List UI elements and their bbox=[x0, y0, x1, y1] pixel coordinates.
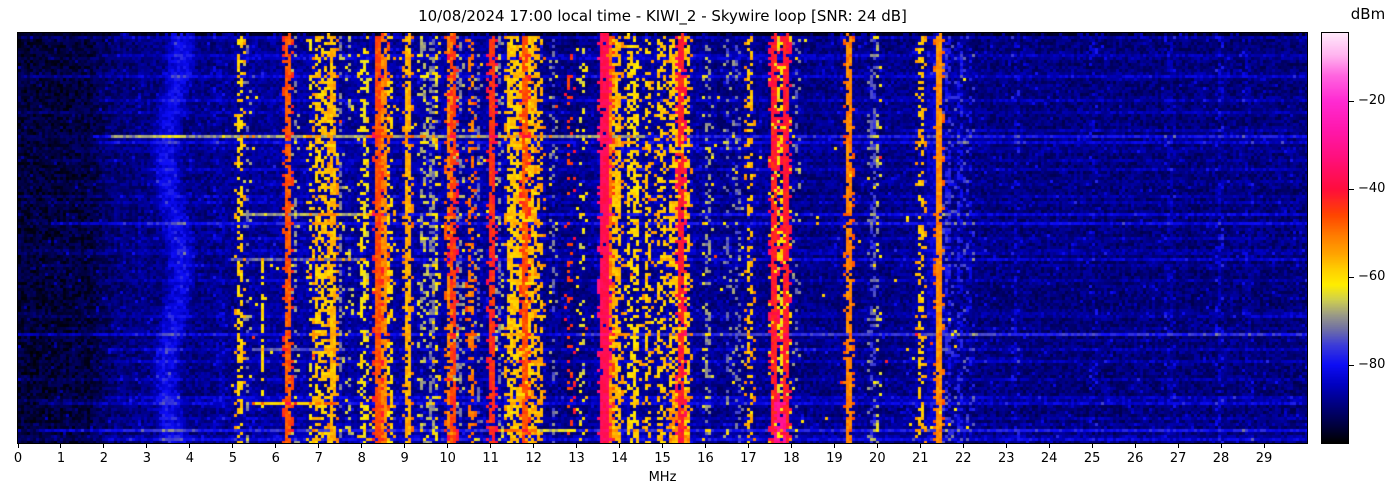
x-tick-label: 16 bbox=[697, 451, 714, 466]
x-tick-label: 2 bbox=[99, 451, 109, 466]
x-tick-label: 23 bbox=[997, 451, 1015, 466]
x-tick-label: 26 bbox=[1126, 451, 1144, 466]
x-tick-label: 24 bbox=[1040, 451, 1058, 466]
colorbar-tick-label: −40 bbox=[1358, 181, 1386, 197]
colorbar bbox=[1321, 32, 1349, 444]
plot-area bbox=[17, 32, 1308, 444]
x-tick-label: 3 bbox=[142, 451, 152, 466]
x-tick-label: 12 bbox=[525, 451, 542, 466]
x-tick-mark bbox=[962, 444, 964, 448]
x-tick-label: 22 bbox=[954, 451, 972, 466]
x-tick-mark bbox=[619, 444, 621, 448]
colorbar-tick-label: −80 bbox=[1358, 357, 1386, 373]
x-tick-label: 28 bbox=[1212, 451, 1230, 466]
x-tick-label: 8 bbox=[357, 451, 366, 466]
x-tick-label: 6 bbox=[271, 451, 280, 466]
colorbar-tick-mark bbox=[1349, 364, 1354, 366]
x-tick-label: 9 bbox=[400, 451, 409, 466]
x-tick-label: 27 bbox=[1169, 451, 1187, 466]
x-tick-mark bbox=[361, 444, 363, 448]
colorbar-tick-mark bbox=[1349, 100, 1354, 102]
x-tick-label: 25 bbox=[1083, 451, 1101, 466]
spectrogram-figure: 10/08/2024 17:00 local time - KIWI_2 - S… bbox=[0, 0, 1400, 500]
x-tick-mark bbox=[447, 444, 449, 448]
x-tick-mark bbox=[704, 444, 706, 448]
x-tick-mark bbox=[318, 444, 320, 448]
x-tick-label: 1 bbox=[56, 451, 66, 466]
x-tick-mark bbox=[919, 444, 921, 448]
x-tick-mark bbox=[60, 444, 62, 448]
x-tick-mark bbox=[1134, 444, 1136, 448]
x-tick-mark bbox=[790, 444, 792, 448]
x-tick-mark bbox=[404, 444, 406, 448]
x-tick-mark bbox=[1220, 444, 1222, 448]
x-tick-label: 5 bbox=[228, 451, 237, 466]
x-tick-mark bbox=[1263, 444, 1265, 448]
x-tick-mark bbox=[146, 444, 148, 448]
x-tick-label: 14 bbox=[611, 451, 628, 466]
x-tick-label: 20 bbox=[869, 451, 886, 466]
x-tick-label: 18 bbox=[783, 451, 800, 466]
colorbar-tick-mark bbox=[1349, 188, 1354, 190]
colorbar-tick-label: −20 bbox=[1358, 93, 1386, 109]
spectrogram-canvas bbox=[18, 33, 1307, 443]
x-tick-mark bbox=[1091, 444, 1093, 448]
x-tick-mark bbox=[17, 444, 19, 448]
x-tick-mark bbox=[576, 444, 578, 448]
x-tick-mark bbox=[490, 444, 492, 448]
colorbar-tick-label: −60 bbox=[1358, 269, 1386, 285]
x-tick-label: 7 bbox=[314, 451, 323, 466]
chart-title: 10/08/2024 17:00 local time - KIWI_2 - S… bbox=[418, 7, 907, 25]
x-axis-label: MHz bbox=[648, 470, 677, 485]
colorbar-label: dBm bbox=[1350, 5, 1386, 23]
x-tick-label: 21 bbox=[912, 451, 929, 466]
x-tick-mark bbox=[533, 444, 535, 448]
x-tick-mark bbox=[232, 444, 234, 448]
x-tick-mark bbox=[662, 444, 663, 448]
x-tick-mark bbox=[1177, 444, 1179, 448]
x-tick-mark bbox=[275, 444, 277, 448]
x-tick-label: 13 bbox=[568, 451, 585, 466]
x-tick-label: 11 bbox=[482, 451, 499, 466]
colorbar-gradient-canvas bbox=[1322, 33, 1348, 443]
colorbar-tick-mark bbox=[1349, 276, 1354, 278]
x-tick-label: 0 bbox=[13, 451, 23, 466]
x-tick-mark bbox=[103, 444, 105, 448]
x-tick-label: 10 bbox=[439, 451, 456, 466]
x-tick-mark bbox=[833, 444, 835, 448]
x-tick-mark bbox=[747, 444, 749, 448]
x-tick-mark bbox=[876, 444, 878, 448]
x-tick-mark bbox=[189, 444, 191, 448]
x-tick-label: 15 bbox=[654, 451, 671, 466]
x-tick-label: 29 bbox=[1255, 451, 1273, 466]
x-tick-label: 17 bbox=[740, 451, 757, 466]
x-tick-label: 19 bbox=[826, 451, 843, 466]
x-tick-label: 4 bbox=[185, 451, 194, 466]
x-tick-mark bbox=[1048, 444, 1050, 448]
x-tick-mark bbox=[1005, 444, 1007, 448]
